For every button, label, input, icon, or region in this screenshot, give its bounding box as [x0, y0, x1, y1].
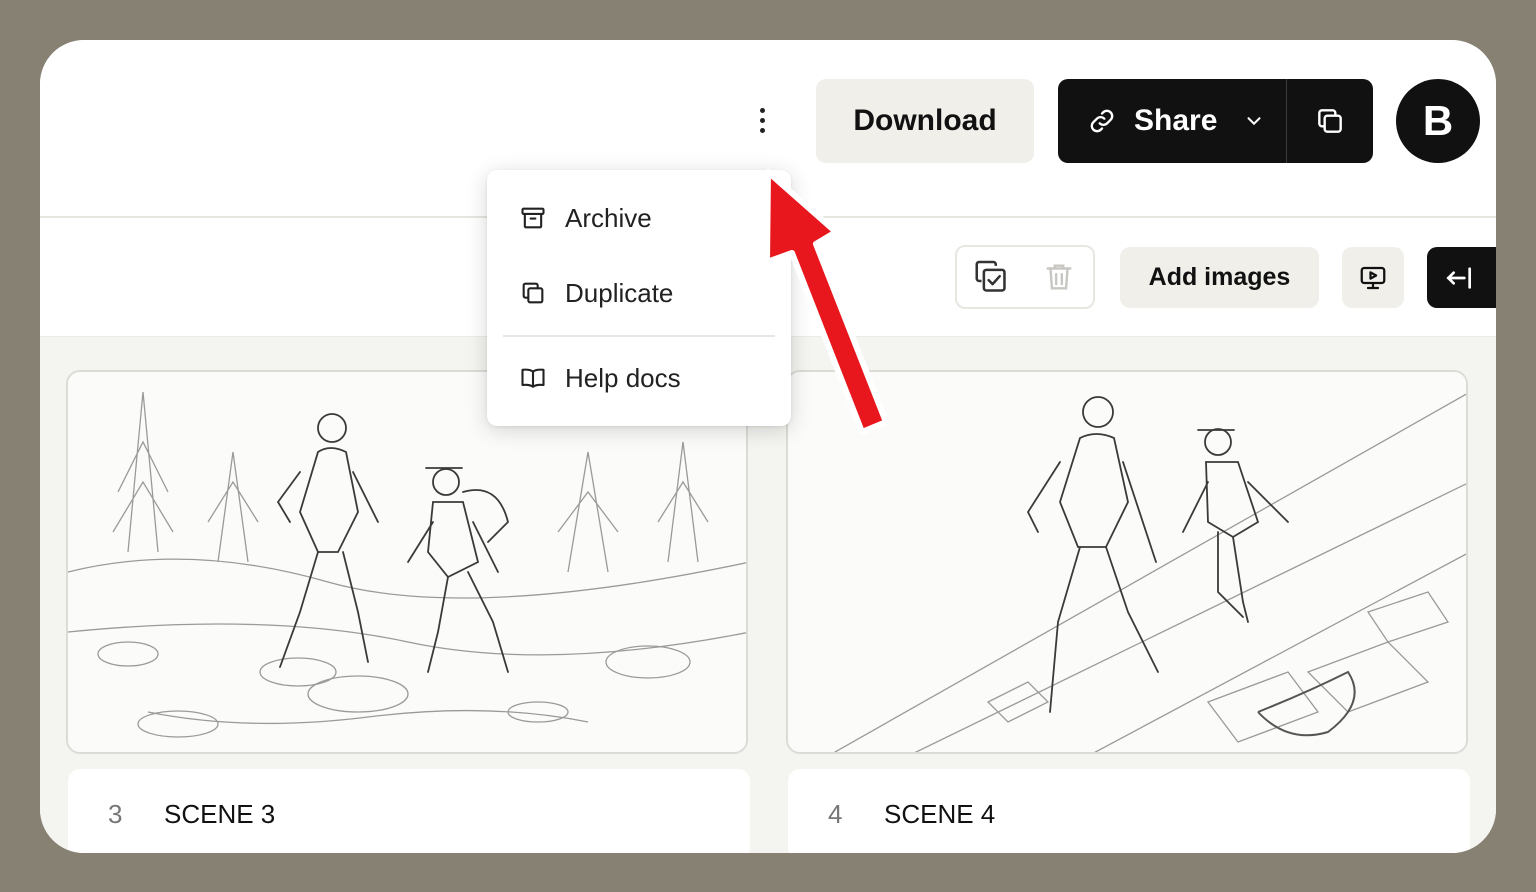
delete-button[interactable]	[1025, 247, 1093, 307]
select-all-icon	[975, 260, 1006, 292]
app-window: Download Share B Add images 3 SCENE 3 4 …	[40, 40, 1496, 853]
duplicate-icon	[522, 282, 544, 304]
scene-number: 4	[828, 798, 843, 829]
scene-caption[interactable]: 3 SCENE 3	[68, 769, 750, 853]
menu-item-duplicate[interactable]: Duplicate	[487, 263, 791, 323]
trash-icon	[1046, 264, 1072, 290]
link-icon	[1090, 109, 1114, 133]
add-images-button[interactable]: Add images	[1120, 247, 1319, 308]
presentation-play-icon	[1360, 266, 1386, 289]
select-all-button[interactable]	[957, 247, 1025, 307]
dot	[759, 107, 765, 113]
menu-item-help-docs[interactable]: Help docs	[487, 348, 791, 408]
scene-title[interactable]: SCENE 4	[884, 799, 995, 830]
menu-item-label: Duplicate	[565, 277, 674, 308]
copy-icon	[1318, 109, 1342, 133]
selection-tools	[955, 245, 1095, 309]
menu-item-label: Help docs	[565, 362, 681, 393]
share-button[interactable]: Share	[1058, 79, 1286, 163]
chevron-down-icon[interactable]	[1243, 110, 1265, 132]
avatar[interactable]: B	[1396, 79, 1480, 163]
share-label: Share	[1134, 104, 1218, 137]
menu-divider	[503, 335, 775, 337]
collapse-panel-button[interactable]	[1427, 247, 1496, 308]
menu-item-label: Archive	[565, 202, 652, 233]
dot	[759, 127, 765, 133]
archive-icon	[521, 207, 545, 229]
collapse-left-icon	[1446, 266, 1471, 289]
more-options-menu: Archive Duplicate Help docs	[487, 170, 791, 426]
copy-link-button[interactable]	[1287, 79, 1373, 163]
book-icon	[521, 368, 545, 388]
scene-title[interactable]: SCENE 3	[164, 799, 275, 830]
download-button[interactable]: Download	[816, 79, 1034, 163]
sketch-illustration	[788, 372, 1466, 752]
present-button[interactable]	[1342, 247, 1404, 308]
menu-item-archive[interactable]: Archive	[487, 188, 791, 248]
more-options-button[interactable]	[744, 102, 780, 138]
scene-number: 3	[108, 798, 123, 829]
scene-image[interactable]	[66, 370, 748, 754]
dot	[759, 117, 765, 123]
share-button-group: Share	[1058, 79, 1373, 163]
scene-image[interactable]	[786, 370, 1468, 754]
scene-caption[interactable]: 4 SCENE 4	[788, 769, 1470, 853]
sketch-illustration	[68, 372, 746, 752]
